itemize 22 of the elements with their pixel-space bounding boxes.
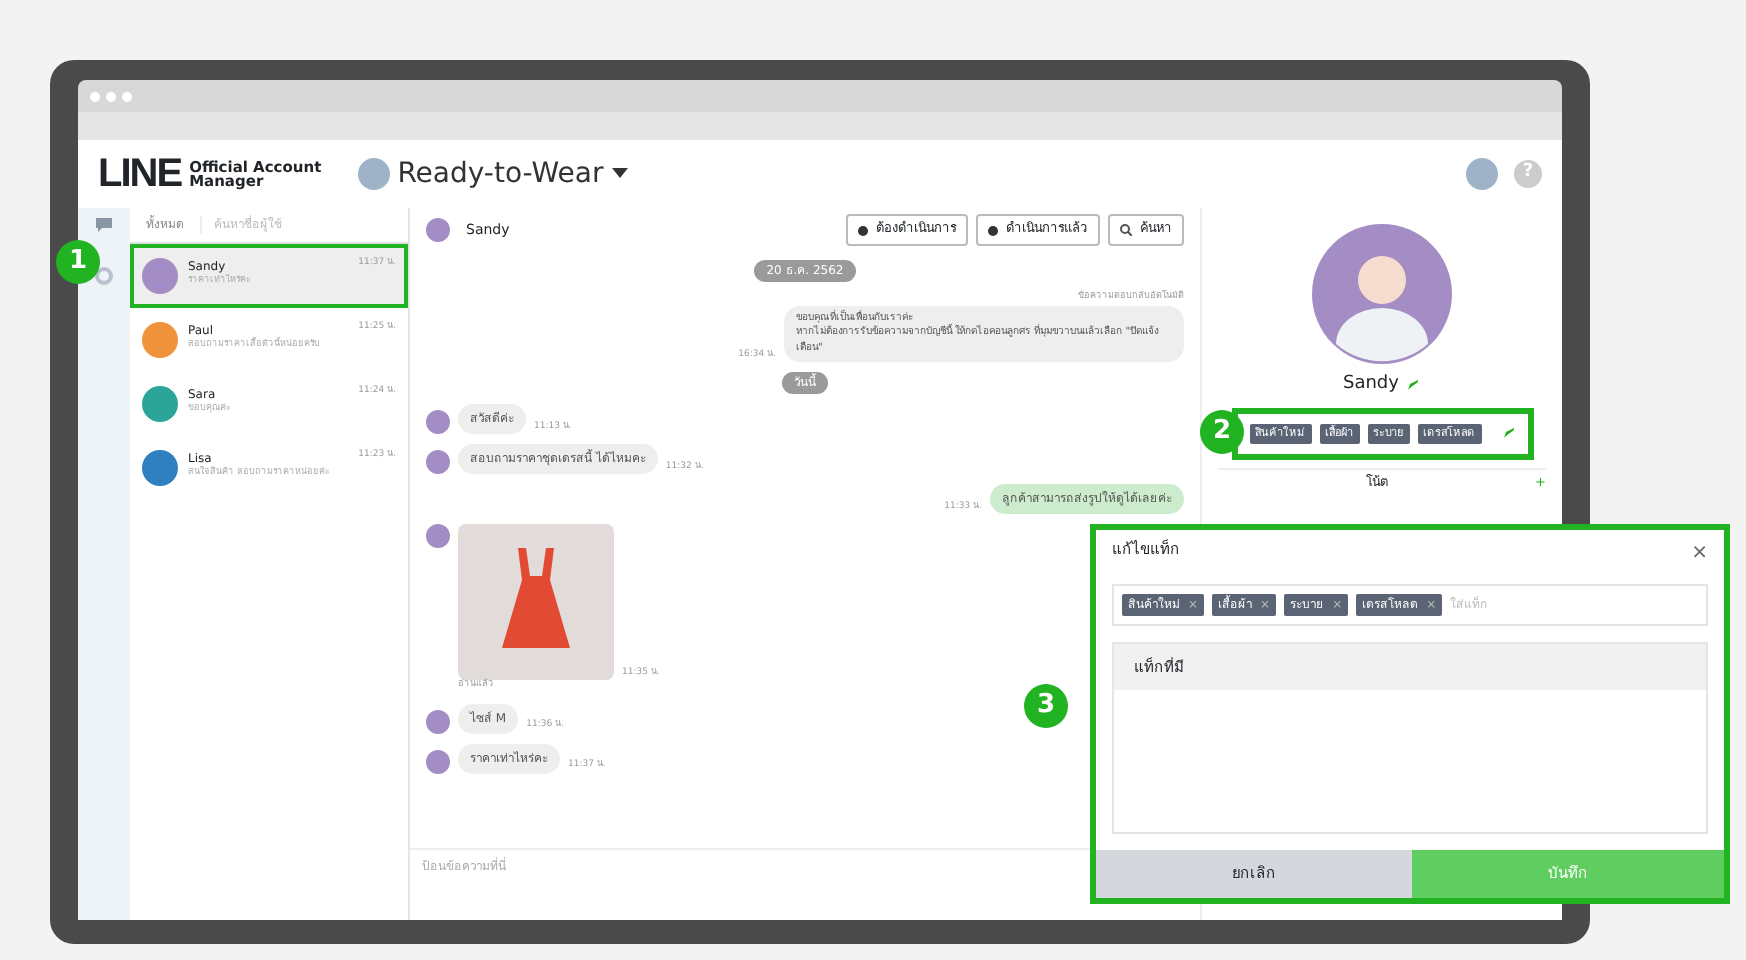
- window-dot-icon: [90, 91, 100, 101]
- status-icon: [858, 225, 868, 235]
- contact-avatar-icon: [426, 450, 450, 475]
- contact-avatar-icon: [426, 524, 450, 549]
- logo: LINE: [98, 154, 182, 194]
- contact-avatar-icon: [426, 750, 450, 774]
- chat-icon[interactable]: [94, 216, 114, 234]
- account-switcher[interactable]: Ready-to-Wear: [357, 153, 628, 195]
- contact-avatar-icon: [426, 710, 450, 734]
- contact-avatar-icon: [426, 410, 450, 435]
- caret-icon: [611, 168, 628, 180]
- dress-image[interactable]: [458, 524, 614, 681]
- contact-avatar-icon: [426, 218, 450, 242]
- status-icon: [988, 225, 998, 235]
- window-dot-icon: [122, 91, 132, 101]
- user-avatar-icon[interactable]: [1466, 158, 1498, 190]
- account-avatar-icon: [357, 158, 390, 190]
- window-dot-icon: [106, 91, 116, 101]
- profile-name: Sandy: [1343, 372, 1399, 398]
- avatar-silhouette-icon: [1312, 224, 1452, 364]
- close-button[interactable]: ×: [1691, 538, 1708, 568]
- search-icon: [1120, 224, 1132, 236]
